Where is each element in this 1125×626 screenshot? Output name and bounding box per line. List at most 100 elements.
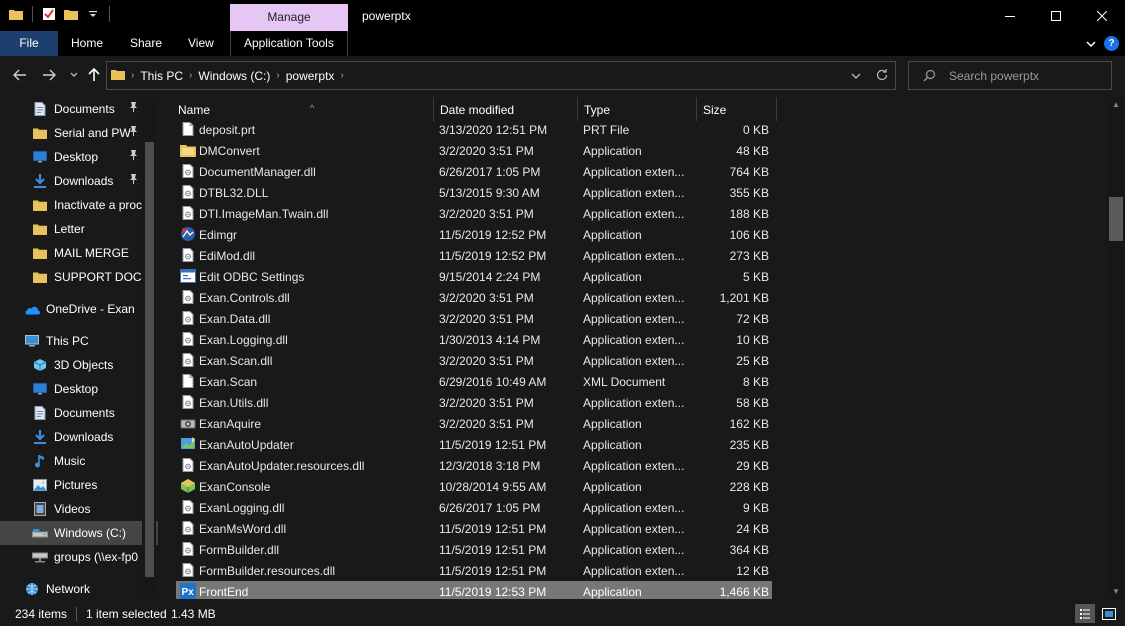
- selection-count: 1 item selected: [86, 607, 167, 621]
- tab-file[interactable]: File: [0, 31, 58, 56]
- file-size: 162 KB: [729, 417, 769, 431]
- help-icon[interactable]: ?: [1104, 36, 1119, 51]
- file-row[interactable]: Edit ODBC Settings 9/15/2014 2:24 PM Appli…: [176, 266, 772, 287]
- file-row[interactable]: Exan.Logging.dll 1/30/2013 4:14 PM Applica…: [176, 329, 772, 350]
- column-header-date[interactable]: Date modified: [434, 97, 578, 121]
- chevron-right-icon[interactable]: ›: [131, 70, 134, 81]
- minimize-button[interactable]: [987, 0, 1033, 31]
- file-row[interactable]: FormBuilder.dll 11/5/2019 12:51 PM Applica…: [176, 539, 772, 560]
- folder-icon: [32, 269, 48, 285]
- tab-share[interactable]: Share: [130, 31, 162, 56]
- file-row[interactable]: ExanConsole 10/28/2014 9:55 AM Application…: [176, 476, 772, 497]
- close-button[interactable]: [1079, 0, 1125, 31]
- file-row[interactable]: ExanLogging.dll 6/26/2017 1:05 PM Applicat…: [176, 497, 772, 518]
- file-type: Application exten...: [583, 186, 685, 200]
- manage-contextual-tab[interactable]: Manage: [230, 4, 348, 31]
- file-row[interactable]: ExanAquire 3/2/2020 3:51 PM Application 162…: [176, 413, 772, 434]
- up-button[interactable]: [85, 66, 103, 84]
- new-folder-icon[interactable]: [63, 6, 79, 22]
- forward-arrow-icon: [43, 69, 56, 81]
- back-button[interactable]: [11, 66, 29, 84]
- maximize-button[interactable]: [1033, 0, 1079, 31]
- tab-view[interactable]: View: [188, 31, 214, 56]
- crumb-windows-c[interactable]: Windows (C:): [198, 69, 270, 83]
- videos-icon: [32, 501, 48, 517]
- toolbar-divider: [32, 6, 33, 22]
- details-view-button[interactable]: [1075, 604, 1095, 623]
- forward-button[interactable]: [40, 66, 58, 84]
- file-row[interactable]: deposit.prt 3/13/2020 12:51 PM PRT File 0 K…: [176, 119, 772, 140]
- music-icon: [32, 453, 48, 469]
- scroll-up-icon[interactable]: ▲: [1112, 100, 1120, 109]
- refresh-button[interactable]: [875, 68, 889, 85]
- file-row[interactable]: EdiMod.dll 11/5/2019 12:52 PM Application …: [176, 245, 772, 266]
- nav-item-support-docu[interactable]: SUPPORT DOCU: [0, 265, 158, 289]
- file-row[interactable]: Edimgr 11/5/2019 12:52 PM Application 106 K…: [176, 224, 772, 245]
- refresh-icon: [876, 69, 888, 81]
- file-row[interactable]: Px FrontEnd 11/5/2019 12:53 PM Application 1…: [176, 581, 772, 599]
- column-header-size[interactable]: Size: [697, 97, 777, 121]
- sort-ascending-icon: ^: [310, 103, 315, 113]
- properties-icon[interactable]: [41, 6, 57, 22]
- nav-item-downloads[interactable]: Downloads: [0, 425, 158, 449]
- column-header-type[interactable]: Type: [578, 97, 697, 121]
- large-icons-view-button[interactable]: [1099, 604, 1119, 623]
- tab-home[interactable]: Home: [71, 31, 103, 56]
- nav-item-inactivate-a-proc[interactable]: Inactivate a proc: [0, 193, 158, 217]
- file-list-scrollbar[interactable]: ▲ ▼: [1107, 97, 1125, 599]
- nav-item-groups-ex-fp0[interactable]: groups (\\ex-fp0: [0, 545, 158, 569]
- nav-item-desktop[interactable]: Desktop: [0, 377, 158, 401]
- nav-item-letter[interactable]: Letter: [0, 217, 158, 241]
- nav-item-network[interactable]: Network: [0, 577, 158, 599]
- nav-item-documents[interactable]: Documents: [0, 401, 158, 425]
- scrollbar-thumb[interactable]: [1109, 197, 1123, 241]
- expand-ribbon-icon[interactable]: [1086, 37, 1096, 51]
- scroll-down-icon[interactable]: ▼: [1112, 587, 1120, 596]
- file-row[interactable]: DocumentManager.dll 6/26/2017 1:05 PM Appl…: [176, 161, 772, 182]
- column-header-name[interactable]: ^ Name: [172, 97, 434, 121]
- nav-item-3d-objects[interactable]: 3D Objects: [0, 353, 158, 377]
- crumb-powerptx[interactable]: powerptx: [286, 69, 335, 83]
- nav-item-mail-merge[interactable]: MAIL MERGE: [0, 241, 158, 265]
- chevron-right-icon[interactable]: ›: [189, 70, 192, 81]
- nav-item-downloads[interactable]: Downloads: [0, 169, 158, 193]
- nav-item-documents[interactable]: Documents: [0, 97, 158, 121]
- scrollbar-thumb[interactable]: [145, 142, 154, 577]
- tab-application-tools[interactable]: Application Tools: [244, 31, 334, 56]
- search-box[interactable]: Search powerptx: [908, 61, 1112, 90]
- file-row[interactable]: FormBuilder.resources.dll 11/5/2019 12:51…: [176, 560, 772, 581]
- file-row[interactable]: Exan.Scan.dll 3/2/2020 3:51 PM Application…: [176, 350, 772, 371]
- nav-item-onedrive-exan[interactable]: OneDrive - Exan: [0, 297, 158, 321]
- nav-item-music[interactable]: Music: [0, 449, 158, 473]
- file-row[interactable]: DTBL32.DLL 5/13/2015 9:30 AM Application e…: [176, 182, 772, 203]
- recent-locations-button[interactable]: [65, 66, 83, 84]
- file-date-modified: 3/2/2020 3:51 PM: [439, 144, 534, 158]
- file-name: DocumentManager.dll: [199, 165, 316, 179]
- nav-item-desktop[interactable]: Desktop: [0, 145, 158, 169]
- crumb-this-pc[interactable]: This PC: [140, 69, 183, 83]
- folder-icon[interactable]: [8, 6, 24, 22]
- chevron-right-icon[interactable]: ›: [276, 70, 279, 81]
- navigation-scrollbar[interactable]: [142, 97, 156, 599]
- file-row[interactable]: ExanAutoUpdater 11/5/2019 12:51 PM Applica…: [176, 434, 772, 455]
- file-row[interactable]: ExanAutoUpdater.resources.dll 12/3/2018 3…: [176, 455, 772, 476]
- address-bar[interactable]: › This PC › Windows (C:) › powerptx ›: [106, 61, 896, 90]
- file-size: 188 KB: [729, 207, 769, 221]
- nav-item-serial-and-pw[interactable]: Serial and PW: [0, 121, 158, 145]
- nav-item-this-pc[interactable]: This PC: [0, 329, 158, 353]
- file-size: 764 KB: [729, 165, 769, 179]
- nav-item-pictures[interactable]: Pictures: [0, 473, 158, 497]
- file-row[interactable]: DTI.ImageMan.Twain.dll 3/2/2020 3:51 PM Ap…: [176, 203, 772, 224]
- file-row[interactable]: Exan.Scan 6/29/2016 10:49 AM XML Document 8…: [176, 371, 772, 392]
- file-row[interactable]: Exan.Controls.dll 3/2/2020 3:51 PM Applica…: [176, 287, 772, 308]
- nav-item-windows-c[interactable]: Windows (C:): [0, 521, 158, 545]
- file-date-modified: 11/5/2019 12:51 PM: [439, 564, 547, 578]
- nav-item-videos[interactable]: Videos: [0, 497, 158, 521]
- file-row[interactable]: ExanMsWord.dll 11/5/2019 12:51 PM Applicat…: [176, 518, 772, 539]
- file-row[interactable]: DMConvert 3/2/2020 3:51 PM Application 48 K…: [176, 140, 772, 161]
- customize-toolbar-icon[interactable]: [85, 6, 101, 22]
- address-history-dropdown[interactable]: [851, 69, 861, 83]
- file-row[interactable]: Exan.Utils.dll 3/2/2020 3:51 PM Applicatio…: [176, 392, 772, 413]
- file-row[interactable]: Exan.Data.dll 3/2/2020 3:51 PM Application…: [176, 308, 772, 329]
- chevron-right-icon[interactable]: ›: [340, 70, 343, 81]
